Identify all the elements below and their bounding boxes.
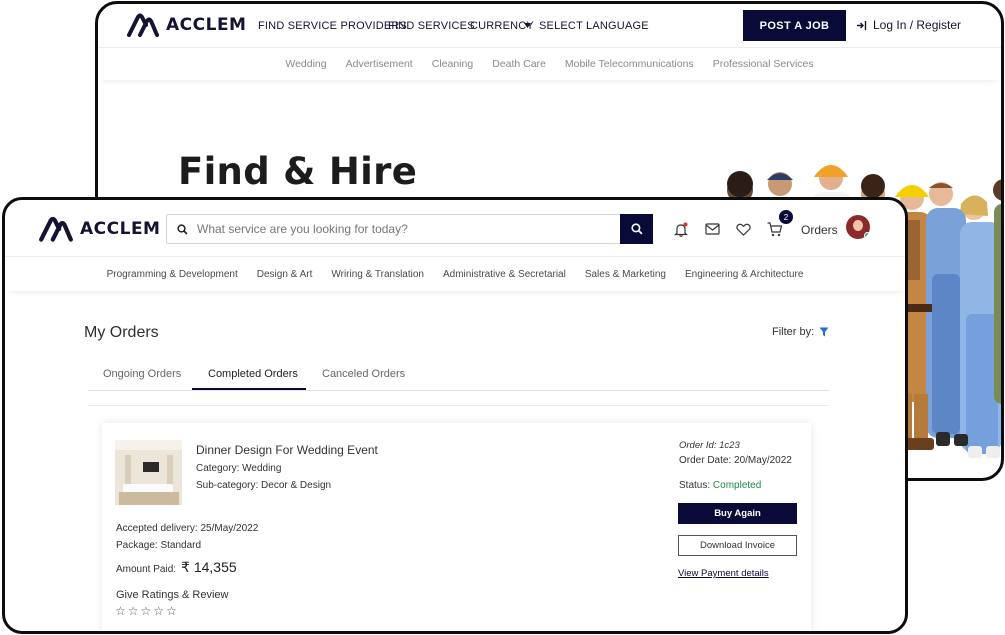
order-date: Order Date: 20/May/2022 (679, 455, 792, 466)
app-logo[interactable]: ACCLEM (38, 215, 160, 243)
status-label: Status: (679, 480, 711, 491)
orders-window: ACCLEM 2 Orders Pro (2, 197, 908, 634)
buy-again-button[interactable]: Buy Again (678, 503, 797, 524)
order-title[interactable]: Dinner Design For Wedding Event (196, 443, 378, 457)
search-bar (166, 214, 653, 244)
app-header: ACCLEM 2 Orders (5, 200, 905, 257)
star-icon[interactable]: ☆ (166, 604, 177, 618)
view-payment-details-link[interactable]: View Payment details (678, 568, 769, 579)
brand-name: ACCLEM (166, 15, 247, 35)
order-status: Status: Completed (679, 480, 761, 491)
avatar[interactable] (846, 215, 870, 239)
login-register-label: Log In / Register (873, 18, 962, 32)
order-tabs: Ongoing Orders Completed Orders Canceled… (88, 360, 829, 391)
orders-link[interactable]: Orders (801, 223, 838, 237)
hero-title: Find & Hire (178, 150, 418, 193)
tab-completed-orders[interactable]: Completed Orders (208, 368, 298, 380)
login-register-link[interactable]: Log In / Register (856, 18, 961, 32)
order-thumbnail (115, 440, 182, 505)
landing-header: ACCLEM FIND SERVICE PROVIDERS FIND SERVI… (98, 4, 1001, 48)
sign-in-icon (857, 20, 867, 30)
tab-canceled-orders[interactable]: Canceled Orders (322, 368, 405, 380)
category-engineering[interactable]: Engineering & Architecture (685, 269, 803, 280)
avatar-face (853, 220, 863, 231)
star-icon[interactable]: ☆ (141, 604, 152, 618)
nav-find-services[interactable]: FIND SERVICES (388, 20, 475, 32)
nav-find-service-providers[interactable]: FIND SERVICE PROVIDERS (258, 20, 407, 32)
filter-label: Filter by: (772, 326, 815, 338)
amount-label: Amount Paid: (116, 564, 177, 575)
search-icon (167, 223, 197, 235)
landing-category-professional-services[interactable]: Professional Services (713, 58, 814, 70)
order-id: Order Id: 1c23 (679, 440, 740, 451)
landing-category-advertisement[interactable]: Advertisement (346, 58, 413, 70)
cart-count-badge: 2 (779, 210, 793, 224)
landing-category-bar: Wedding Advertisement Cleaning Death Car… (98, 48, 1001, 80)
landing-category-wedding[interactable]: Wedding (285, 58, 326, 70)
star-icon[interactable]: ☆ (153, 604, 164, 618)
landing-category-mobile-telecom[interactable]: Mobile Telecommunications (565, 58, 694, 70)
app-category-bar: Programming & Development Design & Art W… (5, 257, 905, 291)
divider (88, 405, 829, 406)
order-category: Category: Wedding (196, 463, 282, 474)
bell-icon[interactable] (672, 220, 690, 238)
star-icon[interactable]: ☆ (128, 604, 139, 618)
heart-icon[interactable] (734, 220, 752, 238)
active-tab-indicator (192, 388, 306, 390)
order-package: Package: Standard (116, 540, 202, 551)
search-input[interactable] (197, 216, 620, 242)
mail-icon[interactable] (703, 220, 721, 238)
landing-logo[interactable]: ACCLEM (126, 12, 246, 38)
post-a-job-button[interactable]: POST A JOB (743, 10, 846, 41)
landing-category-death-care[interactable]: Death Care (492, 58, 546, 70)
landing-category-cleaning[interactable]: Cleaning (432, 58, 473, 70)
amount-value: ₹ 14,355 (181, 559, 237, 575)
category-programming[interactable]: Programming & Development (107, 269, 238, 280)
download-invoice-button[interactable]: Download Invoice (678, 535, 797, 556)
search-button[interactable] (620, 214, 653, 244)
filter-control[interactable]: Filter by: (772, 326, 829, 338)
amount-paid: Amount Paid: ₹ 14,355 (116, 559, 237, 576)
category-design-art[interactable]: Design & Art (257, 269, 313, 280)
page-title: My Orders (84, 324, 159, 341)
rating-stars[interactable]: ☆ ☆ ☆ ☆ ☆ (115, 604, 177, 618)
search-icon (630, 223, 643, 235)
ratings-label: Give Ratings & Review (116, 589, 229, 601)
accepted-delivery: Accepted delivery: 25/May/2022 (116, 523, 259, 534)
caret-down-icon[interactable] (524, 23, 531, 28)
category-administrative[interactable]: Administrative & Secretarial (443, 269, 566, 280)
nav-select-language[interactable]: SELECT LANGUAGE (539, 20, 649, 32)
brand-name: ACCLEM (80, 219, 161, 239)
acclem-logo-icon (127, 13, 159, 37)
status-value: Completed (712, 480, 762, 491)
star-icon[interactable]: ☆ (115, 604, 126, 618)
online-status-dot (864, 232, 870, 239)
tab-ongoing-orders[interactable]: Ongoing Orders (103, 368, 181, 380)
filter-icon (819, 327, 829, 337)
acclem-logo-icon (39, 216, 73, 242)
category-sales-marketing[interactable]: Sales & Marketing (585, 269, 666, 280)
order-subcategory: Sub-category: Decor & Design (196, 480, 332, 491)
order-card: Dinner Design For Wedding Event Category… (102, 423, 811, 631)
category-writing-translation[interactable]: Wriring & Translation (331, 269, 424, 280)
